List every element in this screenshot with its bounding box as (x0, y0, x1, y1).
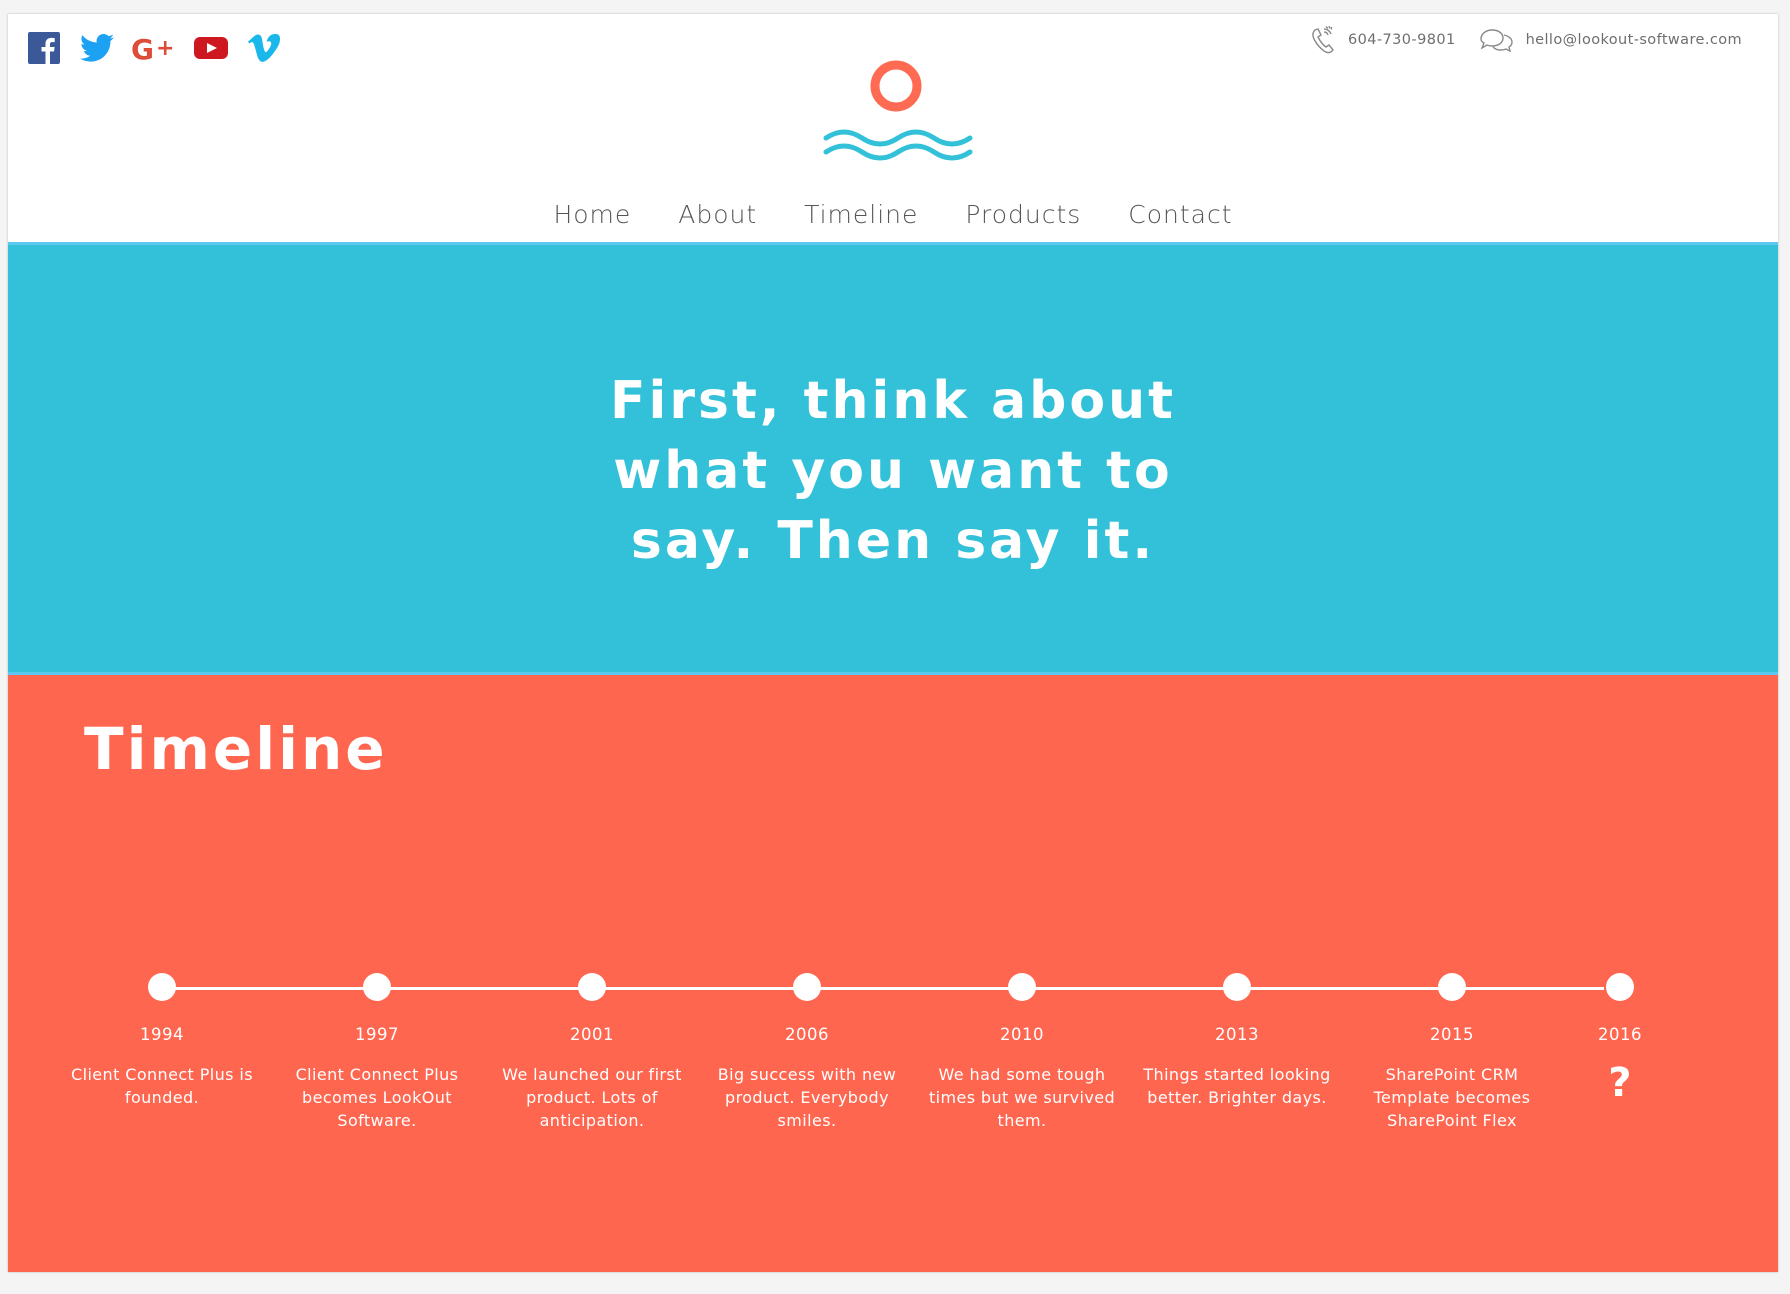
timeline-dot[interactable] (363, 973, 391, 1001)
site-logo[interactable] (816, 58, 976, 170)
svg-text:G: G (131, 33, 154, 63)
phone-number: 604-730-9801 (1348, 32, 1456, 48)
timeline-dot[interactable] (1008, 973, 1036, 1001)
nav-contact[interactable]: Contact (1128, 200, 1232, 229)
timeline-description: We had some tough times but we survived … (928, 1065, 1116, 1130)
timeline-event: 2006 Big success with new product. Every… (707, 973, 907, 1132)
timeline-description: We launched our first product. Lots of a… (502, 1065, 682, 1130)
facebook-link[interactable] (24, 28, 64, 68)
timeline-dot[interactable] (148, 973, 176, 1001)
timeline-event: 2016 ? (1520, 973, 1720, 1103)
phone-contact: 604-730-9801 (1310, 26, 1456, 54)
timeline-dot[interactable] (1438, 973, 1466, 1001)
social-links: G + (24, 28, 297, 68)
nav-about[interactable]: About (678, 200, 757, 229)
timeline-section: Timeline 1994 Client Connect Plus is fou… (8, 675, 1778, 1272)
timeline-description: Client Connect Plus becomes LookOut Soft… (295, 1065, 459, 1130)
hero-line: what you want to (613, 441, 1173, 501)
timeline-description: Things started looking better. Brighter … (1143, 1065, 1331, 1107)
google-plus-link[interactable]: G + (130, 28, 178, 68)
timeline-event: 1994 Client Connect Plus is founded. (62, 973, 262, 1109)
twitter-icon (80, 33, 114, 62)
timeline-year: 2013 (1215, 1025, 1259, 1044)
email-contact[interactable]: hello@lookout-software.com (1478, 28, 1742, 52)
timeline-title: Timeline (84, 715, 388, 783)
youtube-icon (194, 37, 228, 59)
svg-text:+: + (156, 36, 174, 61)
timeline-year: 2016 (1598, 1025, 1642, 1044)
timeline-dot[interactable] (1606, 973, 1634, 1001)
twitter-link[interactable] (77, 28, 117, 68)
facebook-icon (28, 32, 60, 64)
chat-bubbles-icon (1479, 29, 1513, 52)
vimeo-link[interactable] (244, 28, 284, 68)
timeline-dot[interactable] (578, 973, 606, 1001)
hero-quote: First, think about what you want to say.… (8, 366, 1778, 576)
youtube-link[interactable] (191, 28, 231, 68)
timeline-description: Big success with new product. Everybody … (717, 1065, 897, 1130)
nav-home[interactable]: Home (553, 200, 631, 229)
timeline-description: SharePoint CRM Template becomes SharePoi… (1373, 1065, 1531, 1130)
timeline-year: 1997 (355, 1025, 399, 1044)
email-link[interactable]: hello@lookout-software.com (1526, 32, 1742, 48)
phone-icon (1312, 26, 1334, 54)
timeline-event: 1997 Client Connect Plus becomes LookOut… (277, 973, 477, 1132)
timeline-year: 2010 (1000, 1025, 1044, 1044)
nav-products[interactable]: Products (965, 200, 1081, 229)
sun-over-waves-logo (823, 60, 973, 161)
google-plus-icon: G + (131, 33, 174, 63)
nav-timeline[interactable]: Timeline (804, 200, 918, 229)
main-nav: Home About Timeline Products Contact (8, 200, 1778, 229)
timeline-dot[interactable] (793, 973, 821, 1001)
timeline-event: 2010 We had some tough times but we surv… (922, 973, 1122, 1132)
hero-banner: First, think about what you want to say.… (8, 242, 1778, 675)
timeline-event: 2001 We launched our first product. Lots… (492, 973, 692, 1132)
timeline-year: 1994 (140, 1025, 184, 1044)
timeline-year: 2001 (570, 1025, 614, 1044)
timeline-year: 2006 (785, 1025, 829, 1044)
contact-info: 604-730-9801 hello@lookout-software.com (1288, 26, 1742, 54)
page: G + 604-730-9801 hello@lookout-software.… (8, 14, 1778, 1272)
timeline-dot[interactable] (1223, 973, 1251, 1001)
timeline-description: ? (1608, 1060, 1632, 1106)
hero-line: say. Then say it. (630, 511, 1156, 571)
timeline-description: Client Connect Plus is founded. (71, 1065, 253, 1107)
hero-line: First, think about (610, 371, 1176, 431)
site-header: G + 604-730-9801 hello@lookout-software.… (8, 14, 1778, 242)
timeline-event: 2013 Things started looking better. Brig… (1137, 973, 1337, 1109)
vimeo-icon (248, 34, 280, 62)
